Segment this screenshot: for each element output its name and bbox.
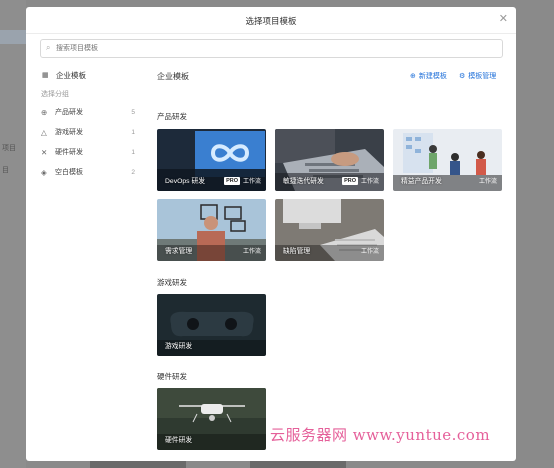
sidebar-item-blank[interactable]: ◈ 空白模板 2 xyxy=(38,162,143,182)
sidebar-group-title: 选择分组 xyxy=(41,91,69,98)
card-title: 硬件研发 xyxy=(165,437,193,444)
sidebar-item-count: 1 xyxy=(131,128,135,136)
main-heading: 企业模板 xyxy=(157,72,189,81)
background-sidebar xyxy=(0,0,26,468)
close-icon[interactable]: ✕ xyxy=(499,12,508,25)
workflow-tag: 工作流 xyxy=(360,179,379,185)
sidebar-item-count: 5 xyxy=(131,108,135,116)
template-card-defects[interactable]: 缺陷管理 工作流 xyxy=(275,199,384,261)
workflow-tag: 工作流 xyxy=(242,249,261,255)
sidebar-item-label: 产品研发 xyxy=(55,109,83,116)
card-title: 精益产品开发 xyxy=(401,178,442,185)
background-active-item xyxy=(0,30,26,44)
sidebar-item-count: 2 xyxy=(131,168,135,176)
sidebar-item-label: 游戏研发 xyxy=(55,129,83,136)
sidebar-item-label: 企业模板 xyxy=(56,70,86,80)
template-sidebar: ▦ 企业模板 选择分组 ⊕ 产品研发 5 △ 游戏研发 1 ✕ 硬件研发 1 ◈… xyxy=(38,67,143,182)
template-modal: 选择项目模板 ✕ ⌕ ▦ 企业模板 选择分组 ⊕ 产品研发 5 △ 游戏研发 1… xyxy=(26,7,516,461)
layers-icon: ◈ xyxy=(41,167,47,177)
background-text: 目 xyxy=(2,167,9,174)
manage-template-label: 模板管理 xyxy=(468,73,497,80)
pro-badge: PRO xyxy=(342,176,358,185)
workflow-tag: 工作流 xyxy=(360,249,379,255)
modal-header: 选择项目模板 ✕ xyxy=(26,7,516,34)
building-icon: ▦ xyxy=(42,72,49,79)
sidebar-item-product[interactable]: ⊕ 产品研发 5 xyxy=(38,102,143,122)
card-tags: PRO 工作流 xyxy=(224,176,261,185)
template-card-hardware[interactable]: 硬件研发 xyxy=(157,388,266,450)
template-card-requirements[interactable]: 需求管理 工作流 xyxy=(157,199,266,261)
workflow-tag: 工作流 xyxy=(478,179,497,185)
sidebar-item-enterprise[interactable]: ▦ 企业模板 xyxy=(38,67,143,83)
section-title: 硬件研发 xyxy=(157,372,187,381)
watermark: 云服务器网 www.yuntue.com xyxy=(270,426,491,444)
card-tags: 工作流 xyxy=(479,176,497,185)
new-template-label: 新建模板 xyxy=(418,73,447,80)
tools-icon: ✕ xyxy=(41,147,48,157)
search-icon: ⌕ xyxy=(46,43,51,52)
card-title: 缺陷管理 xyxy=(283,248,311,255)
card-tags: 工作流 xyxy=(361,246,379,255)
triangle-icon: △ xyxy=(41,127,47,137)
template-card-game[interactable]: 游戏研发 xyxy=(157,294,266,356)
section-title: 产品研发 xyxy=(157,112,187,121)
card-tags: PRO 工作流 xyxy=(342,176,379,185)
template-main: 企业模板 ⊕ 新建模板 ⚙ 模板管理 产品研发 DevOps 研发 PRO 工作 xyxy=(157,67,507,450)
plus-circle-icon: ⊕ xyxy=(410,73,416,80)
sidebar-item-count: 1 xyxy=(131,148,135,156)
template-card-devops[interactable]: DevOps 研发 PRO 工作流 xyxy=(157,129,266,191)
template-card-agile[interactable]: 敏捷迭代研发 PRO 工作流 xyxy=(275,129,384,191)
new-template-button[interactable]: ⊕ 新建模板 xyxy=(410,71,447,81)
main-toolbar: 企业模板 ⊕ 新建模板 ⚙ 模板管理 xyxy=(157,67,507,83)
card-title: 敏捷迭代研发 xyxy=(283,178,324,185)
sidebar-item-hardware[interactable]: ✕ 硬件研发 1 xyxy=(38,142,143,162)
search-box: ⌕ xyxy=(40,39,503,58)
template-card-lean[interactable]: 精益产品开发 工作流 xyxy=(393,129,502,191)
search-input[interactable] xyxy=(56,42,486,54)
sidebar-item-game[interactable]: △ 游戏研发 1 xyxy=(38,122,143,142)
sidebar-item-label: 空白模板 xyxy=(55,169,83,176)
card-title: 游戏研发 xyxy=(165,343,193,350)
section-title: 游戏研发 xyxy=(157,278,187,287)
card-tags: 工作流 xyxy=(243,246,261,255)
pro-badge: PRO xyxy=(224,176,240,185)
gear-icon: ⚙ xyxy=(459,73,466,80)
background-text: 项目 xyxy=(2,145,16,152)
card-title: 需求管理 xyxy=(165,248,193,255)
card-title: DevOps 研发 xyxy=(165,178,206,185)
sidebar-item-label: 硬件研发 xyxy=(55,149,83,156)
modal-title: 选择项目模板 xyxy=(245,16,297,26)
workflow-tag: 工作流 xyxy=(242,179,261,185)
globe-icon: ⊕ xyxy=(41,107,48,117)
manage-template-button[interactable]: ⚙ 模板管理 xyxy=(459,71,496,81)
